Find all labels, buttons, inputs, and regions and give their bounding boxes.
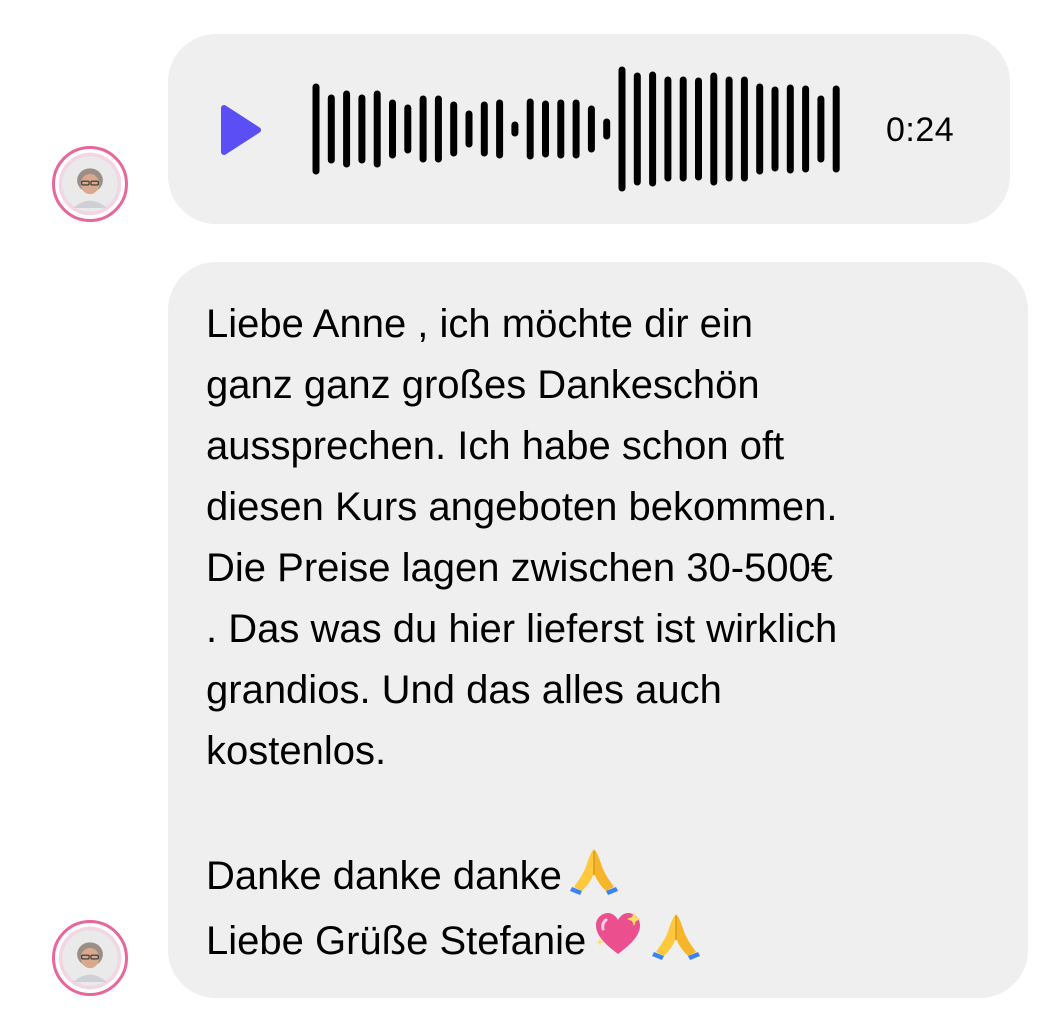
sign-off-line-2: Liebe Grüße Stefanie	[206, 908, 998, 973]
sender-avatar[interactable]	[52, 920, 128, 996]
sign-off-line-1: Danke danke danke	[206, 843, 998, 908]
play-icon[interactable]	[218, 104, 262, 156]
folded-hands-icon	[650, 908, 702, 960]
audio-waveform[interactable]	[304, 34, 844, 224]
avatar-photo	[58, 152, 122, 216]
folded-hands-icon	[568, 843, 620, 895]
avatar-photo	[58, 926, 122, 990]
voice-duration: 0:24	[886, 111, 955, 149]
text-message-bubble[interactable]: Liebe Anne , ich möchte dir ein ganz gan…	[168, 262, 1028, 998]
message-sign-off: Danke danke danke Liebe Grüße Stefanie	[206, 843, 998, 973]
voice-message-bubble: 0:24	[168, 34, 1010, 224]
sign-off-greeting-text: Liebe Grüße Stefanie	[206, 919, 587, 963]
sender-avatar[interactable]	[52, 146, 128, 222]
message-text: Liebe Anne , ich möchte dir ein ganz gan…	[206, 302, 838, 773]
sign-off-thanks-text: Danke danke danke	[206, 854, 562, 898]
sparkling-heart-icon	[592, 908, 644, 960]
